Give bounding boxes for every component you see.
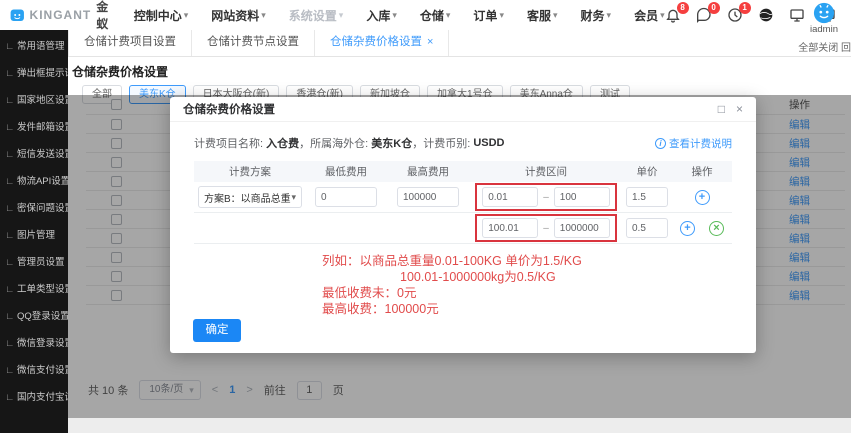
range-from-input[interactable] (482, 187, 538, 207)
globe-language-icon[interactable] (758, 7, 774, 23)
chevron-down-icon: ▾ (339, 10, 344, 21)
range-from-input[interactable] (482, 218, 538, 238)
menu-system-settings[interactable]: 系统设置▾ (289, 7, 344, 24)
unit-price-input[interactable] (626, 187, 668, 207)
chevron-down-icon: ▾ (499, 10, 504, 21)
confirm-button[interactable]: 确定 (193, 319, 241, 342)
annotation-line: 100.01-1000000kg为0.5/KG (322, 269, 732, 285)
sidebar-item-ticket-type[interactable]: 工单类型设置 (0, 276, 68, 303)
info-icon: i (655, 138, 666, 149)
price-table-header: 计费方案 最低费用 最高费用 计费区间 单价 操作 (194, 161, 732, 182)
sidebar-item-wechat-login[interactable]: 微信登录设置 (0, 330, 68, 357)
clock-icon[interactable]: 1 (727, 7, 743, 23)
close-all-tabs[interactable]: 全部关闭 回 (798, 39, 851, 54)
annotation-line: 列如：以商品总重量0.01-100KG 单价为1.5/KG (322, 253, 732, 269)
sidebar-item-sender-email[interactable]: 发件邮箱设置 (0, 114, 68, 141)
misc-fee-price-dialog: 仓储杂费价格设置 □ × 计费项目名称: 入仓费， 所属海外仓: 美东K仓， 计… (170, 97, 756, 353)
dialog-body: 计费项目名称: 入仓费， 所属海外仓: 美东K仓， 计费币别: USDD i 查… (170, 122, 756, 317)
settings-sidebar: 常用语管理 弹出框提示语管理 国家地区设置 发件邮箱设置 短信发送设置 物流AP… (0, 30, 68, 433)
view-billing-help-link[interactable]: i 查看计费说明 (655, 136, 732, 151)
sidebar-item-alipay[interactable]: 国内支付宝设置 (0, 384, 68, 411)
billing-item-name: 入仓费 (266, 135, 299, 151)
top-navbar: KINGANT 金蚁 控制中心▾ 网站资料▾ 系统设置▾ 入库▾ 仓储▾ 订单▾… (0, 0, 851, 30)
brand-name-cn: 金蚁 (96, 0, 113, 32)
maximize-icon[interactable]: □ (718, 103, 725, 115)
brand-name-en: KINGANT (30, 8, 92, 22)
brand-logo[interactable]: KINGANT 金蚁 (10, 0, 114, 32)
tab-billing-items[interactable]: 仓储计费项目设置 (68, 30, 192, 56)
sidebar-item-sms[interactable]: 短信发送设置 (0, 141, 68, 168)
chevron-down-icon: ▾ (553, 10, 558, 21)
chevron-down-icon: ▾ (184, 10, 189, 21)
menu-warehouse[interactable]: 仓储▾ (420, 7, 451, 24)
range-highlight-box: – (475, 183, 617, 211)
chevron-down-icon: ▾ (446, 10, 451, 21)
tab-misc-fee-price[interactable]: 仓储杂费价格设置× (315, 30, 449, 56)
sidebar-item-common-phrases[interactable]: 常用语管理 (0, 33, 68, 60)
bottom-strip (68, 418, 851, 433)
tab-bar: 仓储计费项目设置 仓储计费节点设置 仓储杂费价格设置× 全部关闭 回 (68, 30, 851, 57)
sidebar-item-security-question[interactable]: 密保问题设置 (0, 195, 68, 222)
chat-message-icon[interactable]: 0 (696, 7, 712, 23)
add-row-icon[interactable]: + (695, 190, 710, 205)
plan-select[interactable]: 方案B：以商品总重 ▾ (198, 186, 302, 208)
tab-billing-nodes[interactable]: 仓储计费节点设置 (192, 30, 315, 56)
range-to-input[interactable] (554, 187, 610, 207)
menu-orders[interactable]: 订单▾ (473, 7, 504, 24)
min-fee-input[interactable] (315, 187, 377, 207)
chevron-down-icon: ▾ (607, 10, 612, 21)
kingant-logo-icon (10, 5, 25, 25)
dialog-title: 仓储杂费价格设置 (183, 101, 275, 117)
max-fee-input[interactable] (397, 187, 459, 207)
page-title: 仓储杂费价格设置 (68, 57, 851, 85)
chevron-down-icon: ▾ (261, 10, 266, 21)
sidebar-item-admin[interactable]: 管理员设置 (0, 249, 68, 276)
main-menu: 控制中心▾ 网站资料▾ 系统设置▾ 入库▾ 仓储▾ 订单▾ 客服▾ 财务▾ 会员… (134, 7, 665, 24)
add-row-icon[interactable]: + (680, 221, 695, 236)
range-dash: – (543, 192, 549, 203)
range-highlight-box: – (475, 214, 617, 242)
username-label: iadmin (802, 24, 846, 35)
range-to-input[interactable] (554, 218, 610, 238)
app-window: KINGANT 金蚁 控制中心▾ 网站资料▾ 系统设置▾ 入库▾ 仓储▾ 订单▾… (0, 0, 851, 433)
price-row-2: – + × (194, 213, 732, 244)
price-row-1: 方案B：以商品总重 ▾ – + (194, 182, 732, 213)
close-icon[interactable]: × (736, 103, 743, 115)
currency-code: USDD (473, 137, 504, 149)
range-dash: – (543, 223, 549, 234)
chevron-down-icon: ▾ (392, 10, 397, 21)
menu-site-data[interactable]: 网站资料▾ (211, 7, 266, 24)
avatar (813, 2, 835, 24)
example-annotation: 列如：以商品总重量0.01-100KG 单价为1.5/KG 100.01-100… (194, 253, 732, 317)
billing-info-line: 计费项目名称: 入仓费， 所属海外仓: 美东K仓， 计费币别: USDD i 查… (194, 135, 732, 151)
menu-finance[interactable]: 财务▾ (581, 7, 612, 24)
chat-badge: 0 (708, 2, 720, 14)
remove-row-icon[interactable]: × (709, 221, 724, 236)
menu-inbound[interactable]: 入库▾ (366, 7, 397, 24)
sidebar-item-wechat-pay[interactable]: 微信支付设置 (0, 357, 68, 384)
bell-badge: 8 (677, 2, 689, 14)
user-account[interactable]: iadmin (802, 2, 846, 35)
tab-close-icon[interactable]: × (427, 36, 433, 48)
price-config-table: 计费方案 最低费用 最高费用 计费区间 单价 操作 方案B：以商品总重 ▾ (194, 161, 732, 244)
menu-members[interactable]: 会员▾ (634, 7, 665, 24)
warehouse-name: 美东K仓 (371, 135, 412, 151)
sidebar-item-country-region[interactable]: 国家地区设置 (0, 87, 68, 114)
chevron-down-icon: ▾ (291, 192, 296, 203)
sidebar-item-popup-tips[interactable]: 弹出框提示语管理 (0, 60, 68, 87)
menu-control-center[interactable]: 控制中心▾ (134, 7, 189, 24)
dialog-header: 仓储杂费价格设置 □ × (170, 97, 756, 122)
menu-customer-service[interactable]: 客服▾ (527, 7, 558, 24)
sidebar-item-image-management[interactable]: 图片管理 (0, 222, 68, 249)
annotation-line: 最高收费：100000元 (322, 301, 732, 317)
annotation-line: 最低收费未：0元 (322, 285, 732, 301)
clock-badge: 1 (739, 2, 751, 14)
sidebar-item-logistics-api[interactable]: 物流API设置 (0, 168, 68, 195)
notification-bell-icon[interactable]: 8 (665, 7, 681, 23)
sidebar-item-qq-login[interactable]: QQ登录设置 (0, 303, 68, 330)
unit-price-input[interactable] (626, 218, 668, 238)
